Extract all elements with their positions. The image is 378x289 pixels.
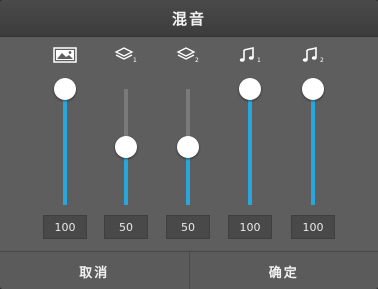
value-box[interactable]: 100 bbox=[228, 215, 272, 239]
dialog-title: 混音 bbox=[0, 0, 378, 37]
channel-layer-2: 2 50 bbox=[158, 37, 218, 250]
confirm-button[interactable]: 确定 bbox=[188, 252, 378, 289]
value-box[interactable]: 100 bbox=[291, 215, 335, 239]
channel-sub-label: 1 bbox=[133, 57, 137, 64]
image-icon bbox=[35, 45, 95, 65]
dialog-footer: 取消 确定 bbox=[0, 251, 378, 289]
slider-knob[interactable] bbox=[302, 78, 324, 100]
channel-video: 100 bbox=[35, 37, 95, 250]
channel-sub-label: 1 bbox=[257, 57, 261, 64]
slider-fill bbox=[248, 89, 252, 205]
cancel-button[interactable]: 取消 bbox=[0, 252, 189, 289]
channel-sub-label: 2 bbox=[195, 57, 199, 64]
layers-icon: 1 bbox=[96, 45, 156, 65]
music-note-icon: 2 bbox=[283, 45, 343, 65]
slider-knob[interactable] bbox=[115, 136, 137, 158]
channel-layer-1: 1 50 bbox=[96, 37, 156, 250]
slider-fill bbox=[63, 89, 67, 205]
mixer-panel: 100 1 50 2 50 1 100 2 100 bbox=[0, 37, 378, 250]
value-box[interactable]: 50 bbox=[166, 215, 210, 239]
channel-music-1: 1 100 bbox=[220, 37, 280, 250]
layers-icon: 2 bbox=[158, 45, 218, 65]
channel-sub-label: 2 bbox=[320, 57, 324, 64]
mix-dialog: 混音 100 1 50 2 50 1 100 2 100 取消 确定 bbox=[0, 0, 378, 289]
music-note-icon: 1 bbox=[220, 45, 280, 65]
slider-fill bbox=[311, 89, 315, 205]
value-box[interactable]: 50 bbox=[104, 215, 148, 239]
channel-music-2: 2 100 bbox=[283, 37, 343, 250]
slider-knob[interactable] bbox=[54, 78, 76, 100]
slider-knob[interactable] bbox=[177, 136, 199, 158]
value-box[interactable]: 100 bbox=[43, 215, 87, 239]
slider-knob[interactable] bbox=[239, 78, 261, 100]
